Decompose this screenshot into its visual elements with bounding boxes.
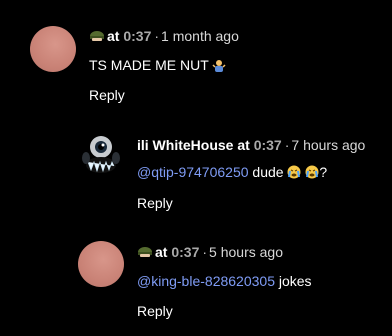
relative-time[interactable]: 5 hours ago [209,244,283,260]
comment-text: TS MADE ME NUT [89,56,226,74]
separator-dot: · [284,137,290,153]
reply-button[interactable]: Reply [137,303,173,319]
comment-body: dude [248,164,288,180]
user-mention-link[interactable]: @king-ble-828620305 [137,273,275,289]
comment-trailing: ? [319,164,328,180]
avatar[interactable] [78,132,124,178]
comment-body: TS MADE ME NUT [89,57,209,73]
timestamp-link[interactable]: 0:37 [171,244,199,260]
crying-face-emoji [305,165,319,179]
comment-item: ili WhiteHouse at 0:37 · 7 hours ago @qtip… [0,110,392,220]
separator-dot: · [154,28,160,44]
comment-item: at 0:37 · 1 month ago TS MADE ME NUT Reply [0,0,392,110]
relative-time[interactable]: 1 month ago [161,28,239,44]
comment-header: at 0:37 · 5 hours ago [137,244,283,260]
user-mention-link[interactable]: @qtip-974706250 [137,164,249,180]
crying-face-emoji [287,165,301,179]
author-name[interactable]: ili WhiteHouse at [137,137,250,153]
comment-body: jokes [274,273,312,289]
reply-button[interactable]: Reply [137,195,173,211]
comment-header: ili WhiteHouse at 0:37 · 7 hours ago [137,137,365,153]
avatar[interactable] [78,241,124,287]
man-shrugging-emoji [212,60,226,72]
comment-text: @king-ble-828620305 jokes [137,272,312,290]
author-name[interactable]: at [107,28,119,44]
relative-time[interactable]: 7 hours ago [291,137,365,153]
helmet-icon [138,247,152,257]
timestamp-link[interactable]: 0:37 [123,28,151,44]
eye-monster-icon [78,132,124,178]
comment-text: @qtip-974706250 dude ? [137,163,327,181]
comment-header: at 0:37 · 1 month ago [89,28,239,44]
avatar[interactable] [30,26,76,72]
comment-thread: at 0:37 · 1 month ago TS MADE ME NUT Reply [0,0,392,336]
comment-item: at 0:37 · 5 hours ago @king-ble-828620305 … [0,220,392,336]
author-name[interactable]: at [155,244,167,260]
separator-dot: · [202,244,208,260]
timestamp-link[interactable]: 0:37 [254,137,282,153]
reply-button[interactable]: Reply [89,87,125,103]
helmet-icon [90,31,104,41]
